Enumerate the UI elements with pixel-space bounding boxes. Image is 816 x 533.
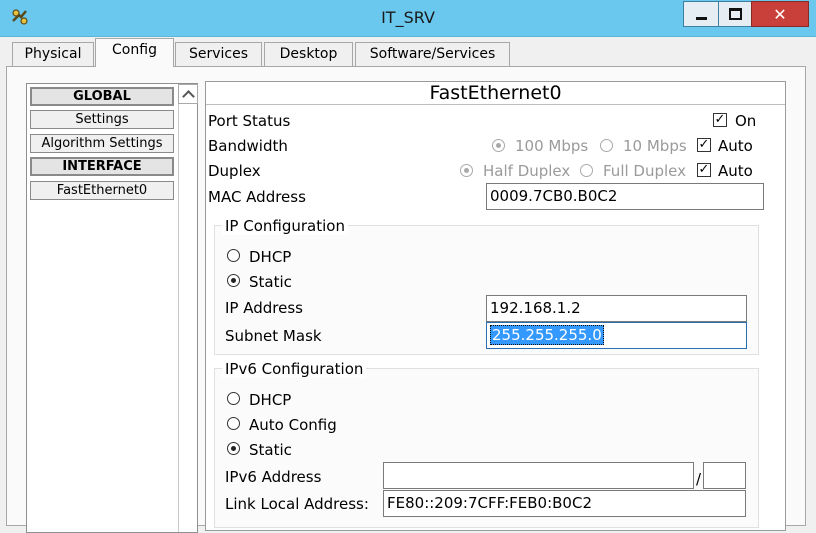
ipv6-prefix-separator: / (696, 470, 702, 488)
bandwidth-auto-label: Auto (718, 137, 753, 155)
ipv6-prefix-field[interactable] (703, 462, 746, 489)
sidebar-item-settings[interactable]: Settings (30, 110, 174, 129)
tab-config[interactable]: Config (95, 38, 174, 67)
duplex-full-label: Full Duplex (603, 162, 687, 180)
subnet-mask-field[interactable]: 255.255.255.0 (486, 322, 747, 349)
scroll-up-button[interactable] (178, 84, 198, 104)
subnet-mask-label: Subnet Mask (225, 327, 322, 345)
port-status-checkbox[interactable]: ✓ (713, 113, 727, 127)
bandwidth-10-label: 10 Mbps (623, 137, 687, 155)
sidebar-item-algorithm-settings[interactable]: Algorithm Settings (30, 134, 174, 153)
maximize-button[interactable] (718, 1, 753, 27)
ipv6-dhcp-label: DHCP (249, 391, 292, 409)
link-local-address-field[interactable]: FE80::209:7CFF:FEB0:B0C2 (383, 490, 746, 517)
sidebar: GLOBAL Settings Algorithm Settings INTER… (26, 83, 198, 533)
ip-static-radio[interactable] (227, 274, 240, 287)
ip-address-label: IP Address (225, 299, 303, 317)
panel-title: FastEthernet0 (206, 82, 785, 105)
ipv6-address-field[interactable] (383, 462, 694, 489)
duplex-half-radio[interactable] (460, 164, 473, 177)
ip-address-field[interactable]: 192.168.1.2 (486, 295, 747, 322)
ipv6-dhcp-radio[interactable] (227, 392, 240, 405)
sidebar-header-global[interactable]: GLOBAL (30, 87, 174, 106)
bandwidth-10-radio[interactable] (600, 139, 613, 152)
tab-services[interactable]: Services (175, 42, 262, 66)
ip-static-label: Static (249, 273, 292, 291)
ip-configuration-title: IP Configuration (222, 217, 348, 235)
sidebar-scrollbar[interactable] (178, 84, 197, 532)
minimize-button[interactable] (683, 1, 720, 27)
interface-panel: FastEthernet0 Port Status ✓ On Bandwidth… (205, 81, 786, 531)
tab-bar: Physical Config Services Desktop Softwar… (0, 36, 816, 67)
ipv6-static-label: Static (249, 441, 292, 459)
ipv6-static-radio[interactable] (227, 442, 240, 455)
ip-dhcp-label: DHCP (249, 248, 292, 266)
ipv6-address-label: IPv6 Address (225, 468, 322, 486)
chevron-up-icon (181, 89, 195, 103)
close-icon: ✕ (773, 4, 787, 24)
minimize-icon (696, 16, 707, 20)
subnet-mask-value: 255.255.255.0 (490, 325, 604, 345)
bandwidth-100-radio[interactable] (492, 139, 505, 152)
tab-desktop[interactable]: Desktop (264, 42, 353, 66)
sidebar-header-interface[interactable]: INTERFACE (30, 157, 174, 176)
bandwidth-100-label: 100 Mbps (515, 137, 589, 155)
duplex-label: Duplex (208, 162, 261, 180)
close-button[interactable]: ✕ (751, 1, 809, 27)
ipv6-configuration-title: IPv6 Configuration (222, 360, 367, 378)
tab-software-services[interactable]: Software/Services (355, 42, 510, 66)
tab-physical[interactable]: Physical (12, 42, 94, 66)
duplex-auto-checkbox[interactable]: ✓ (697, 163, 711, 177)
duplex-auto-label: Auto (718, 162, 753, 180)
mac-address-field[interactable]: 0009.7CB0.B0C2 (486, 183, 764, 210)
port-status-on-label: On (735, 112, 757, 130)
maximize-icon (729, 8, 742, 20)
bandwidth-label: Bandwidth (208, 137, 288, 155)
ip-dhcp-radio[interactable] (227, 249, 240, 262)
link-local-address-label: Link Local Address: (225, 495, 369, 513)
duplex-full-radio[interactable] (580, 164, 593, 177)
mac-address-label: MAC Address (208, 188, 306, 206)
duplex-half-label: Half Duplex (483, 162, 571, 180)
port-status-label: Port Status (208, 112, 291, 130)
ipv6-auto-config-radio[interactable] (227, 417, 240, 430)
sidebar-item-fastethernet0[interactable]: FastEthernet0 (30, 181, 174, 200)
ipv6-auto-config-label: Auto Config (249, 416, 337, 434)
title-bar[interactable]: IT_SRV ✕ (0, 0, 816, 37)
bandwidth-auto-checkbox[interactable]: ✓ (697, 138, 711, 152)
